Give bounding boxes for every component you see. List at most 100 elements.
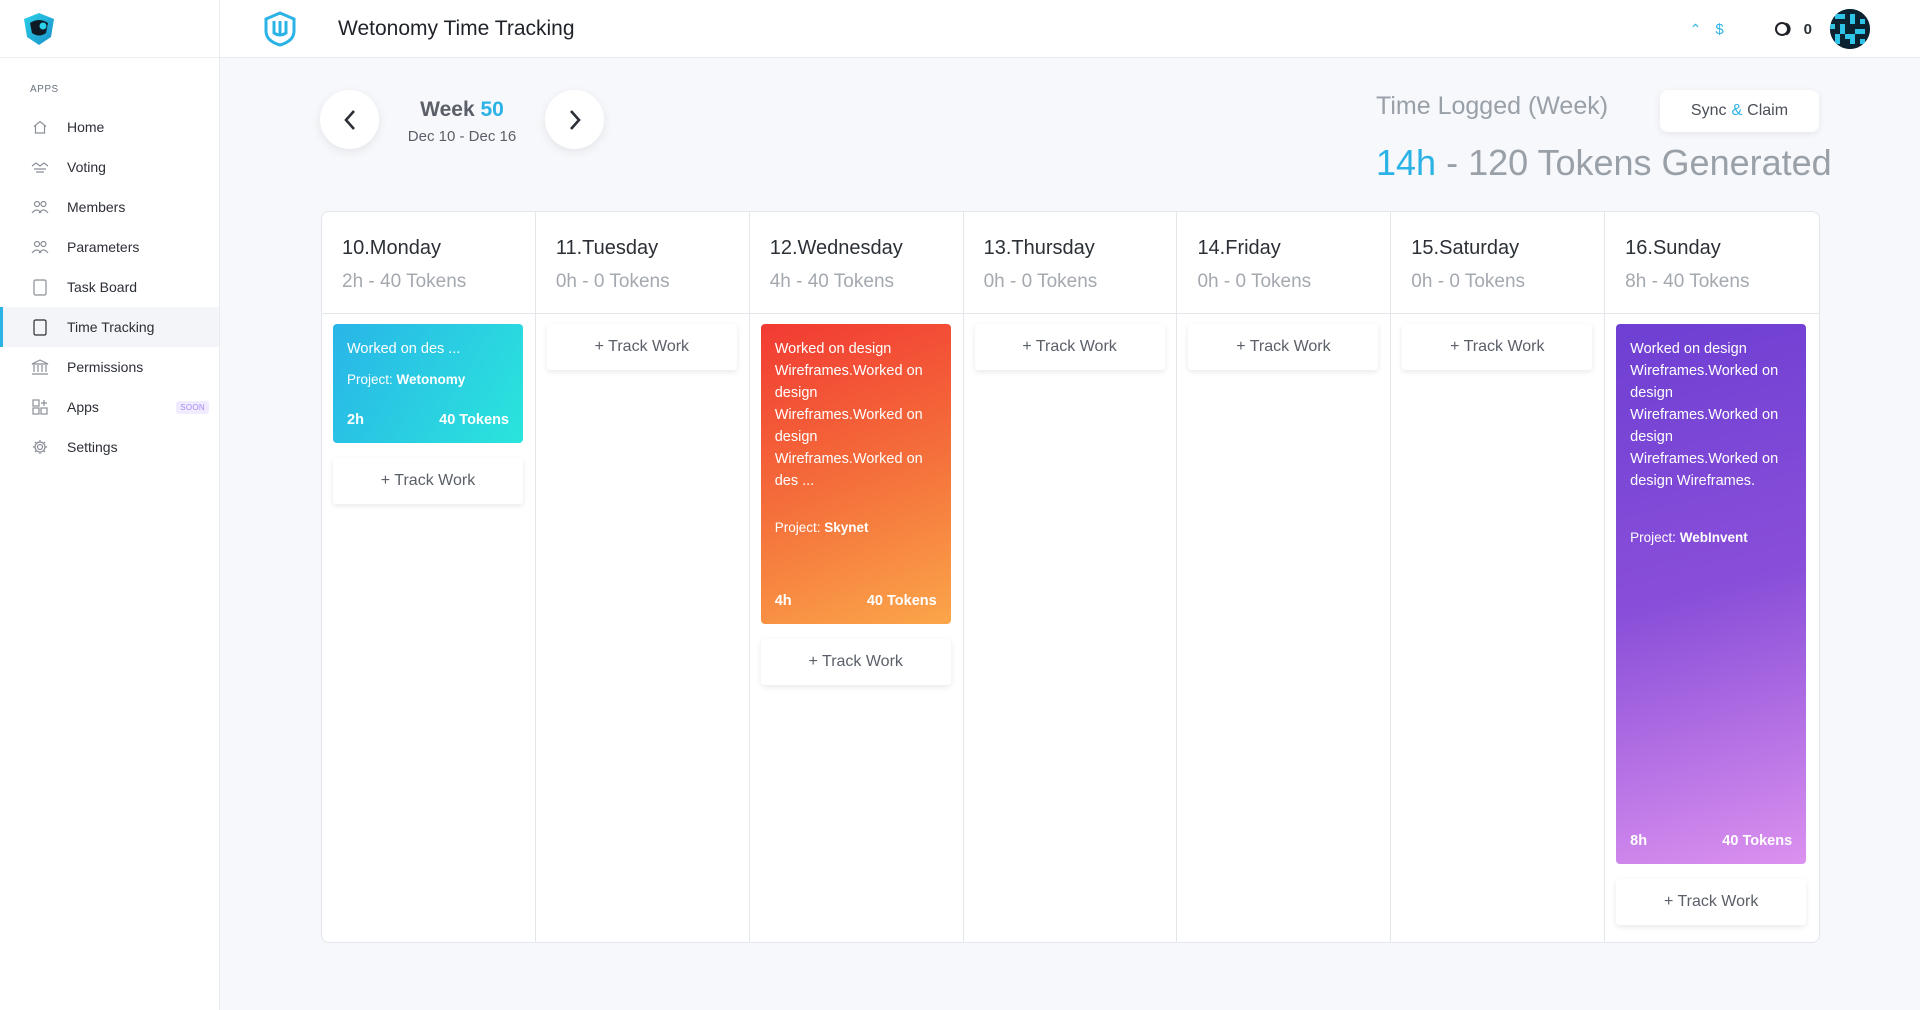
track-work-button[interactable]: + Track Work [1188,324,1379,370]
day-name: 15.Saturday [1411,237,1520,259]
logged-tokens: - 120 Tokens Generated [1436,142,1832,183]
day-column-thursday: 13.Thursday 0h - 0 Tokens + Track Work [963,212,1178,942]
previous-week-button[interactable] [320,90,379,149]
home-icon [30,117,50,137]
day-column-monday: 10.Monday 2h - 40 Tokens Worked on des .… [322,212,536,942]
day-summary: 2h - 40 Tokens [342,271,467,292]
day-column-sunday: 16.Sunday 8h - 40 Tokens Worked on desig… [1605,212,1819,942]
parameters-icon [30,237,50,257]
day-name: 14.Friday [1197,237,1281,259]
sidebar-item-label: Parameters [67,239,140,255]
week-info: Week 50 Dec 10 - Dec 16 [392,98,532,145]
time-logged-label: Time Logged (Week) [1376,92,1609,120]
sidebar-item-members[interactable]: Members [0,187,219,227]
day-header: 14.Friday 0h - 0 Tokens [1177,212,1391,314]
wetonomy-logo-icon [24,12,54,45]
day-name: 10.Monday [342,237,441,259]
sidebar-item-settings[interactable]: Settings [0,427,219,467]
sidebar-item-parameters[interactable]: Parameters [0,227,219,267]
track-work-button[interactable]: + Track Work [1616,879,1807,925]
sidebar-item-apps[interactable]: Apps SOON [0,387,219,427]
logged-hours: 14h [1376,142,1437,183]
coin-count: 0 [1803,20,1812,38]
day-column-friday: 14.Friday 0h - 0 Tokens + Track Work [1177,212,1392,942]
sidebar-item-task-board[interactable]: Task Board [0,267,219,307]
entry-tokens: 40 Tokens [866,593,937,609]
members-icon [30,197,50,217]
permissions-icon [30,357,50,377]
sidebar-item-label: Time Tracking [67,319,155,335]
time-tracking-icon [30,317,50,337]
entry-project: Project: WebInvent [1630,530,1748,545]
avatar[interactable] [1830,9,1870,49]
sidebar: APPS Home Voting Members Parameters Task… [0,0,220,1010]
sidebar-item-permissions[interactable]: Permissions [0,347,219,387]
day-summary: 4h - 40 Tokens [769,271,895,292]
sidebar-item-label: Permissions [67,359,144,375]
entry-project: Project: Wetonomy [347,372,466,387]
day-header: 15.Saturday 0h - 0 Tokens [1391,212,1605,314]
entry-project: Project: Skynet [774,520,869,535]
currency-button[interactable]: $ [1715,21,1723,38]
day-summary: 0h - 0 Tokens [555,271,670,292]
chevron-right-icon [569,109,581,130]
day-name: 11.Tuesday [555,237,659,259]
track-work-button[interactable]: + Track Work [333,458,523,504]
sidebar-item-label: Members [67,199,126,215]
entry-hours: 8h [1630,833,1648,849]
coin-balance[interactable]: 0 [1774,21,1812,38]
week-title: Week 50 [420,98,504,121]
entry-footer: 8h 40 Tokens [1630,833,1792,849]
week-range: Dec 10 - Dec 16 [407,128,517,145]
day-header: 12.Wednesday 4h - 40 Tokens [749,212,963,314]
voting-icon [30,157,50,177]
day-column-tuesday: 11.Tuesday 0h - 0 Tokens + Track Work [535,212,750,942]
day-summary: 0h - 0 Tokens [1197,271,1312,292]
sidebar-item-label: Voting [67,159,106,175]
day-header: 13.Thursday 0h - 0 Tokens [963,212,1177,314]
entry-tokens: 40 Tokens [1722,833,1793,849]
day-header: 16.Sunday 8h - 40 Tokens [1605,212,1819,314]
time-logged-value: 14h - 120 Tokens Generated [1376,142,1832,184]
day-name: 16.Sunday [1625,237,1721,259]
page-title: Wetonomy Time Tracking [338,16,575,40]
sidebar-item-label: Apps [67,399,99,415]
sidebar-section-label: APPS [30,84,59,95]
entry-tokens: 40 Tokens [439,412,509,428]
entry-description: Worked on des ... [347,341,461,357]
sidebar-item-voting[interactable]: Voting [0,147,219,187]
day-summary: 0h - 0 Tokens [983,271,1098,292]
sync-claim-button[interactable]: Sync & Claim [1660,90,1819,132]
day-header: 10.Monday 2h - 40 Tokens [322,212,535,314]
week-number: 50 [480,98,504,121]
sidebar-item-label: Task Board [67,279,138,295]
entry-footer: 2h 40 Tokens [347,412,509,428]
app-logo-icon[interactable] [262,10,298,47]
entry-hours: 2h [347,412,364,428]
chevron-up-icon[interactable]: ⌃ [1690,21,1702,38]
settings-icon [30,437,50,457]
sidebar-item-label: Settings [67,439,118,455]
apps-icon [30,397,50,417]
chevron-left-icon [343,109,355,130]
sidebar-item-time-tracking[interactable]: Time Tracking [0,307,219,347]
entry-hours: 4h [774,593,792,609]
sidebar-logo[interactable] [0,0,219,58]
day-summary: 0h - 0 Tokens [1411,271,1526,292]
header-right: ⌃ $ 0 [1690,0,1870,58]
task-board-icon [30,277,50,297]
next-week-button[interactable] [545,90,604,149]
time-entry-card[interactable]: Worked on design Wireframes.Worked on de… [760,324,951,624]
day-name: 13.Thursday [983,237,1095,259]
time-entry-card[interactable]: Worked on design Wireframes.Worked on de… [1616,324,1807,864]
track-work-button[interactable]: + Track Work [546,324,737,370]
track-work-button[interactable]: + Track Work [974,324,1165,370]
track-work-button[interactable]: + Track Work [1402,324,1593,370]
track-work-button[interactable]: + Track Work [760,639,951,685]
entry-description: Worked on design Wireframes.Worked on de… [774,341,923,489]
day-column-saturday: 15.Saturday 0h - 0 Tokens + Track Work [1391,212,1606,942]
sidebar-item-home[interactable]: Home [0,107,219,147]
sidebar-item-label: Home [67,119,105,135]
entry-footer: 4h 40 Tokens [775,593,937,609]
time-entry-card[interactable]: Worked on des ... Project: Wetonomy 2h 40… [333,324,523,443]
